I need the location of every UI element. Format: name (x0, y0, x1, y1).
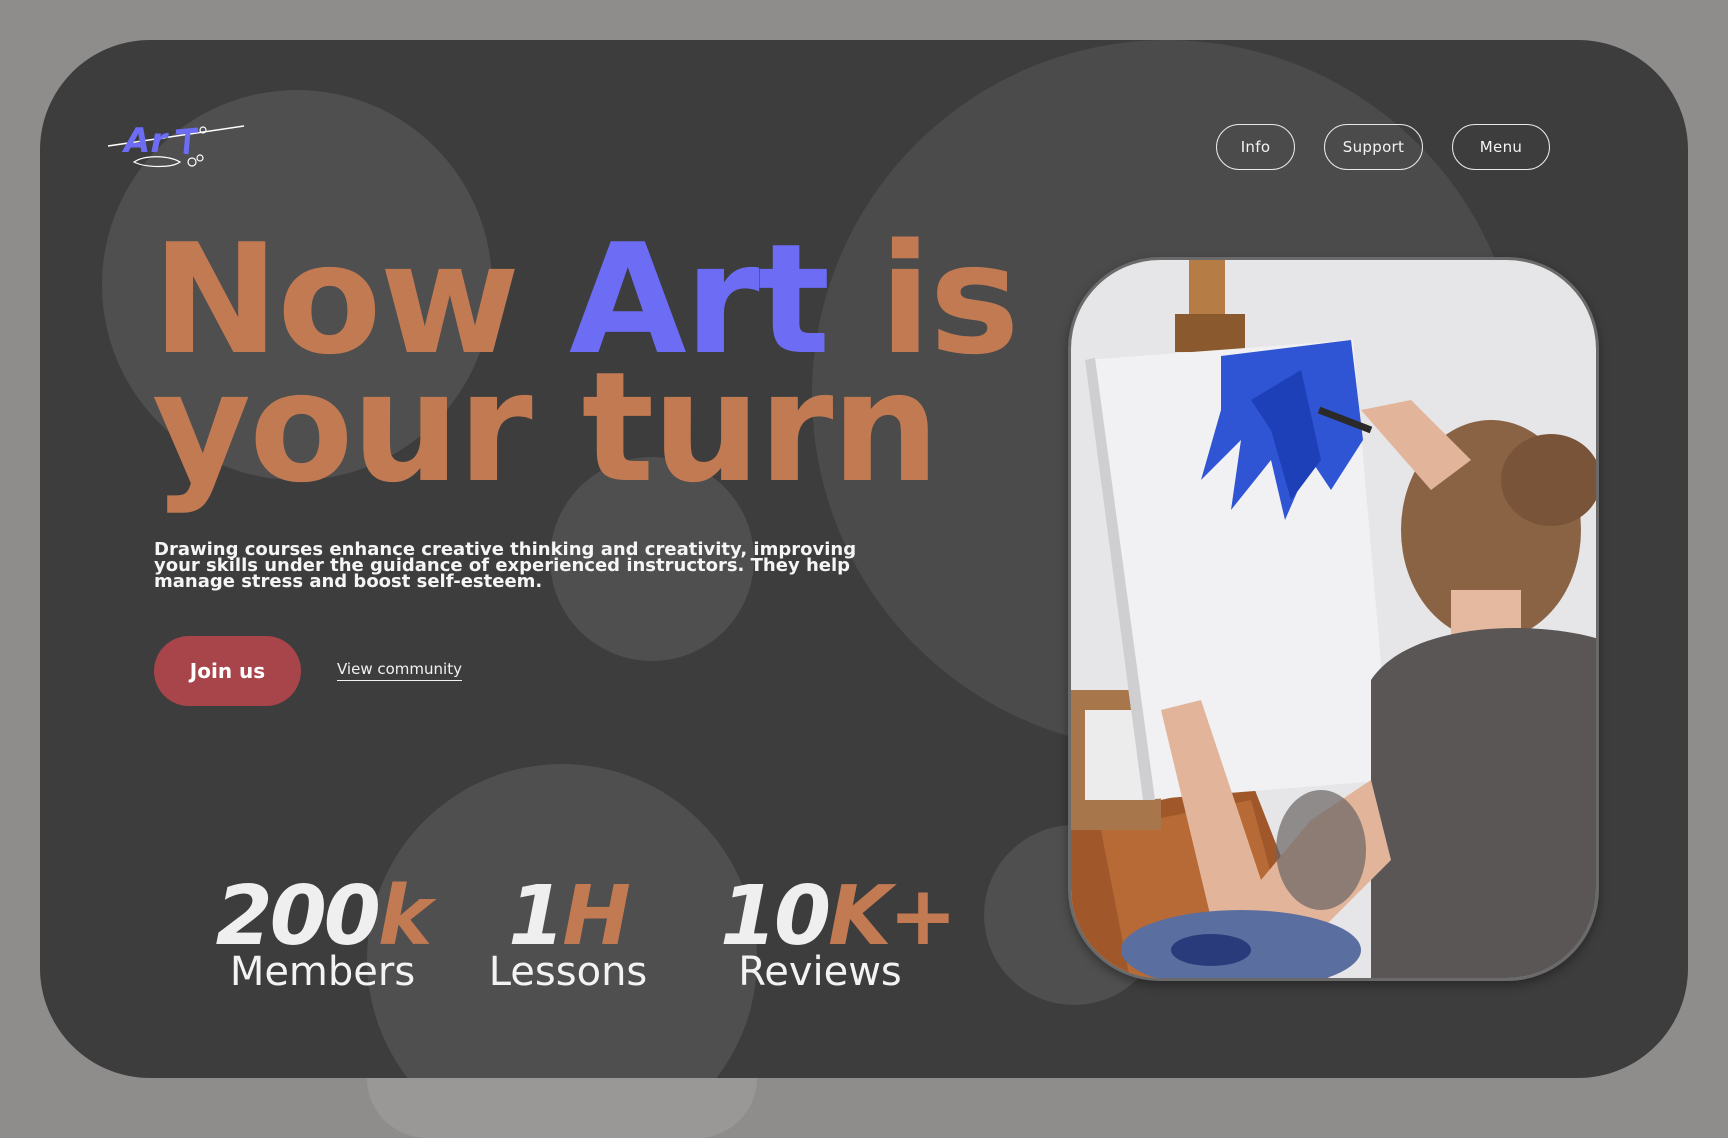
hero-description: Drawing courses enhance creative thinkin… (154, 539, 857, 592)
nav-menu-button[interactable]: Menu (1452, 124, 1550, 170)
logo[interactable]: Ar (106, 118, 246, 170)
stat-value: 1H (478, 876, 658, 958)
stat-label: Lessons (488, 949, 648, 995)
stat-reviews: 10K+ Reviews (720, 876, 957, 995)
decor-circle-overflow (367, 1078, 757, 1138)
stat-value: 10K+ (720, 876, 957, 958)
nav-info-button[interactable]: Info (1216, 124, 1295, 170)
view-community-link[interactable]: View community (337, 660, 462, 681)
join-us-button[interactable]: Join us (154, 636, 301, 706)
hero-photo (1068, 257, 1599, 981)
stat-label: Members (229, 949, 416, 995)
svg-text:Ar: Ar (121, 121, 169, 161)
hero-card: Ar Now Art is your turn Drawing courses … (40, 40, 1688, 1078)
headline-line2: your turn (152, 339, 940, 516)
nav-support-button[interactable]: Support (1324, 124, 1423, 170)
stat-members: 200k Members (200, 876, 445, 995)
stat-lessons: 1H Lessons (478, 876, 658, 995)
painter-illustration (1071, 260, 1596, 978)
stat-value: 200k (200, 876, 445, 958)
stat-label: Reviews (738, 949, 902, 995)
hero-headline: Now Art is your turn (152, 224, 1020, 504)
